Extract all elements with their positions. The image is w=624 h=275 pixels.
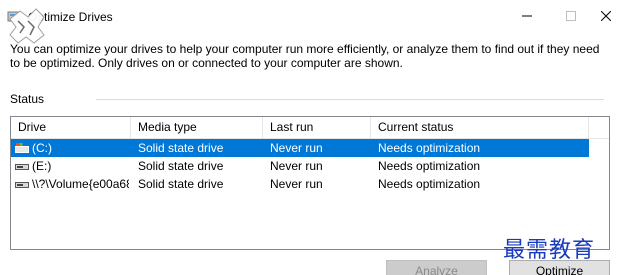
close-icon: [601, 11, 611, 21]
last-run-cell: Never run: [270, 141, 323, 155]
current-status-cell: Needs optimization: [378, 177, 481, 191]
optimize-drives-window: Optimize Drives You can optimize your dr…: [0, 0, 624, 275]
drive-cell: (E:): [15, 157, 129, 175]
minimize-button[interactable]: [505, 0, 549, 32]
table-row[interactable]: (C:) Solid state drive Never run Needs o…: [11, 139, 589, 157]
media-type-cell: Solid state drive: [138, 141, 224, 155]
column-header-media-type[interactable]: Media type: [131, 117, 263, 138]
drive-cell: \\?\Volume{e00a68...: [15, 175, 129, 193]
current-status-cell: Needs optimization: [378, 159, 481, 173]
drives-list[interactable]: Drive Media type Last run Current status…: [10, 116, 610, 250]
table-row[interactable]: (E:) Solid state drive Never run Needs o…: [11, 157, 589, 175]
status-group-divider: [96, 99, 604, 100]
status-group-label: Status: [10, 92, 45, 106]
drive-name: (C:): [32, 141, 52, 155]
drive-cell: (C:): [15, 139, 129, 157]
close-button[interactable]: [584, 0, 624, 32]
system-drive-icon: [15, 143, 29, 153]
drives-list-header: Drive Media type Last run Current status: [11, 117, 609, 139]
drive-name: \\?\Volume{e00a68...: [32, 177, 129, 191]
overlay-logo-icon: [9, 8, 45, 44]
maximize-icon: [566, 11, 576, 21]
analyze-button[interactable]: Analyze: [386, 260, 487, 275]
optimize-button[interactable]: Optimize: [509, 260, 610, 275]
table-row[interactable]: \\?\Volume{e00a68... Solid state drive N…: [11, 175, 589, 193]
drive-icon: [15, 164, 29, 170]
column-header-drive[interactable]: Drive: [11, 117, 131, 138]
current-status-cell: Needs optimization: [378, 141, 481, 155]
media-type-cell: Solid state drive: [138, 159, 224, 173]
media-type-cell: Solid state drive: [138, 177, 224, 191]
last-run-cell: Never run: [270, 159, 323, 173]
description-text: You can optimize your drives to help you…: [10, 42, 600, 70]
minimize-icon: [522, 15, 532, 17]
drive-name: (E:): [32, 159, 52, 173]
column-header-current-status[interactable]: Current status: [371, 117, 589, 138]
drive-icon: [15, 182, 29, 188]
last-run-cell: Never run: [270, 177, 323, 191]
column-header-last-run[interactable]: Last run: [263, 117, 371, 138]
title-bar: Optimize Drives: [0, 0, 624, 34]
